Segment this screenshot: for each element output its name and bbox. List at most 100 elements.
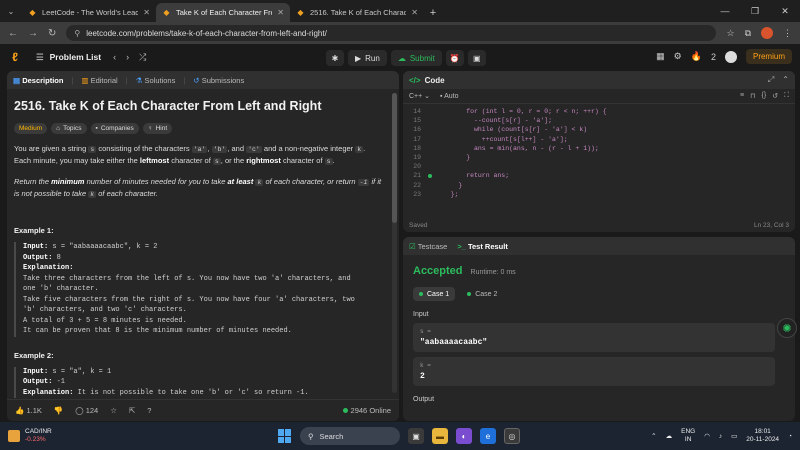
browser-tab-3[interactable]: ◆ 2516. Take K of Each Character ✕ — [290, 3, 424, 22]
document-icon: ▤ — [13, 75, 21, 85]
notes-icon[interactable]: ▣ — [467, 50, 486, 66]
case-2-tab[interactable]: Case 2 — [461, 287, 503, 301]
tab-editorial[interactable]: ▥ Editorial — [81, 76, 117, 85]
dislike-icon[interactable]: 👎 — [54, 406, 63, 415]
expand-icon[interactable]: ⤢ — [768, 75, 774, 85]
close-tab-icon[interactable]: ✕ — [277, 8, 284, 17]
ticker-widget[interactable]: CAD/INR -0.23% — [8, 428, 52, 444]
pass-dot-icon — [419, 292, 423, 296]
description-footer: 👍 1.1K 👎 ◯ 124 ☆ ⇱ ? 2946 Online — [7, 399, 399, 421]
run-submit-group: ✱ ▶ Run ☁ Submit ⏰ ▣ — [326, 50, 486, 66]
menu-icon[interactable]: ⋮ — [783, 28, 792, 39]
reload-icon[interactable]: ↻ — [48, 28, 56, 39]
fullscreen-icon[interactable]: ⛶ — [784, 92, 789, 100]
new-tab-button[interactable]: + — [424, 3, 442, 22]
editor-status-bar: Saved Ln 23, Col 3 — [403, 218, 795, 232]
back-icon[interactable]: ← — [8, 28, 18, 39]
extension-icon[interactable] — [761, 27, 773, 39]
example-1-heading: Example 1: — [14, 226, 54, 235]
chatgpt-extension-icon[interactable]: ✺ — [777, 318, 797, 338]
chevron-up-icon[interactable]: ⌃ — [651, 432, 656, 440]
flask-icon: ⚗ — [135, 75, 143, 85]
cloud-icon[interactable]: ☁ — [666, 432, 673, 440]
streak-fire-icon[interactable]: 🔥 — [691, 51, 702, 62]
language-select[interactable]: C++ ⌄ — [409, 92, 430, 100]
timer-icon[interactable]: ⏰ — [445, 50, 464, 66]
edge-icon[interactable]: e — [480, 428, 496, 444]
topics-chip[interactable]: ⌂ Topics — [51, 123, 87, 134]
minimize-icon[interactable]: — — [710, 0, 740, 22]
battery-icon[interactable]: ▭ — [731, 432, 737, 440]
description-scroll-thumb[interactable] — [392, 93, 397, 223]
saved-status: Saved — [409, 221, 428, 229]
run-button[interactable]: ▶ Run — [348, 50, 387, 66]
volume-icon[interactable]: ♪ — [719, 433, 722, 440]
settings-gear-icon[interactable]: ⚙ — [674, 51, 682, 62]
problem-list-button[interactable]: ☰ Problem List — [36, 52, 101, 63]
start-button-icon[interactable] — [278, 429, 292, 443]
close-tab-icon[interactable]: ✕ — [411, 8, 418, 17]
code-header: </> Code ⤢ ⌃ — [403, 71, 795, 89]
braces-icon[interactable]: {} — [762, 92, 767, 100]
taskbar-search[interactable]: ⚲ Search — [300, 427, 400, 445]
auto-mode[interactable]: ▪ Auto — [440, 93, 458, 100]
next-problem-icon[interactable]: › — [126, 52, 129, 63]
code-line: 15 --count[s[r] - 'a']; — [413, 117, 553, 125]
clock[interactable]: 18:01 20-11-2024 — [746, 428, 779, 444]
case-1-tab[interactable]: Case 1 — [413, 287, 456, 301]
share-icon[interactable]: ⇱ — [129, 406, 135, 415]
shuffle-icon[interactable]: ⤮ — [139, 52, 146, 63]
result-status: Accepted Runtime: 0 ms — [413, 265, 795, 277]
task-view-icon[interactable]: ▣ — [408, 428, 424, 444]
bookmark-star-icon[interactable]: ☆ — [726, 28, 734, 39]
layout-icon[interactable]: ▦ — [656, 51, 665, 62]
like-button[interactable]: 👍 1.1K — [15, 406, 42, 415]
header-right: ▦ ⚙ 🔥 2 Premium — [656, 49, 792, 64]
difficulty-badge: Medium — [14, 123, 48, 134]
comment-icon: ◯ — [75, 406, 84, 415]
debug-icon[interactable]: ✱ — [326, 50, 344, 66]
comments-button[interactable]: ◯ 124 — [75, 406, 98, 415]
tab-search-icon[interactable]: ⌄ — [0, 0, 22, 22]
cursor-position: Ln 23, Col 3 — [753, 221, 789, 229]
result-tabs: ☑ Testcase >_ Test Result — [403, 237, 795, 255]
help-icon[interactable]: ? — [147, 406, 151, 415]
book-icon: ▥ — [81, 75, 89, 85]
copilot-icon[interactable]: ◐ — [456, 428, 472, 444]
premium-button[interactable]: Premium — [745, 49, 792, 64]
restore-icon[interactable]: ❐ — [740, 0, 770, 22]
tab-test-result[interactable]: >_ Test Result — [457, 242, 508, 251]
url-bar[interactable]: ⚲ leetcode.com/problems/take-k-of-each-c… — [66, 25, 717, 41]
language-indicator[interactable]: ENG IN — [681, 428, 695, 444]
tab-description[interactable]: ▤ Description — [13, 76, 63, 85]
forward-icon[interactable]: → — [28, 28, 38, 39]
code-editor[interactable]: 14 for (int l = 0, r = 0; r < n; ++r) { … — [403, 104, 795, 199]
tag-icon: ⌂ — [56, 125, 61, 132]
close-window-icon[interactable]: ✕ — [770, 0, 800, 22]
history-icon: ↺ — [193, 75, 200, 85]
chrome-icon[interactable]: ◎ — [504, 428, 520, 444]
prev-problem-icon[interactable]: ‹ — [113, 52, 116, 63]
companies-chip[interactable]: ▪ Companies — [90, 123, 139, 134]
browser-tab-2[interactable]: ◆ Take K of Each Character From ✕ — [156, 3, 290, 22]
wifi-icon[interactable]: ◠ — [704, 432, 710, 440]
tab-testcase[interactable]: ☑ Testcase — [409, 242, 447, 251]
browser-tab-1[interactable]: ◆ LeetCode - The World's Leadin ✕ — [22, 3, 156, 22]
site-info-icon[interactable]: ⚲ — [74, 29, 80, 38]
collapse-icon[interactable]: ⌃ — [782, 75, 789, 85]
reset-icon[interactable]: ↺ — [772, 92, 778, 100]
file-explorer-icon[interactable]: ▬ — [432, 428, 448, 444]
list-icon: ☰ — [36, 51, 44, 62]
tab-solutions[interactable]: ⚗ Solutions — [136, 76, 176, 85]
submit-button[interactable]: ☁ Submit — [390, 50, 442, 66]
extensions-icon[interactable]: ⧉ — [745, 28, 751, 39]
leetcode-logo-icon[interactable]: ℓ — [8, 50, 22, 64]
notifications-icon[interactable]: ◔ — [788, 433, 792, 440]
close-tab-icon[interactable]: ✕ — [143, 8, 150, 17]
avatar[interactable] — [724, 50, 737, 63]
format-icon[interactable]: ≡ — [740, 92, 744, 100]
favorite-star-icon[interactable]: ☆ — [110, 406, 117, 415]
tab-submissions[interactable]: ↺ Submissions — [193, 76, 244, 85]
bookmark-icon[interactable]: ⊓ — [750, 92, 755, 100]
hint-chip[interactable]: ♀ Hint — [142, 123, 173, 134]
